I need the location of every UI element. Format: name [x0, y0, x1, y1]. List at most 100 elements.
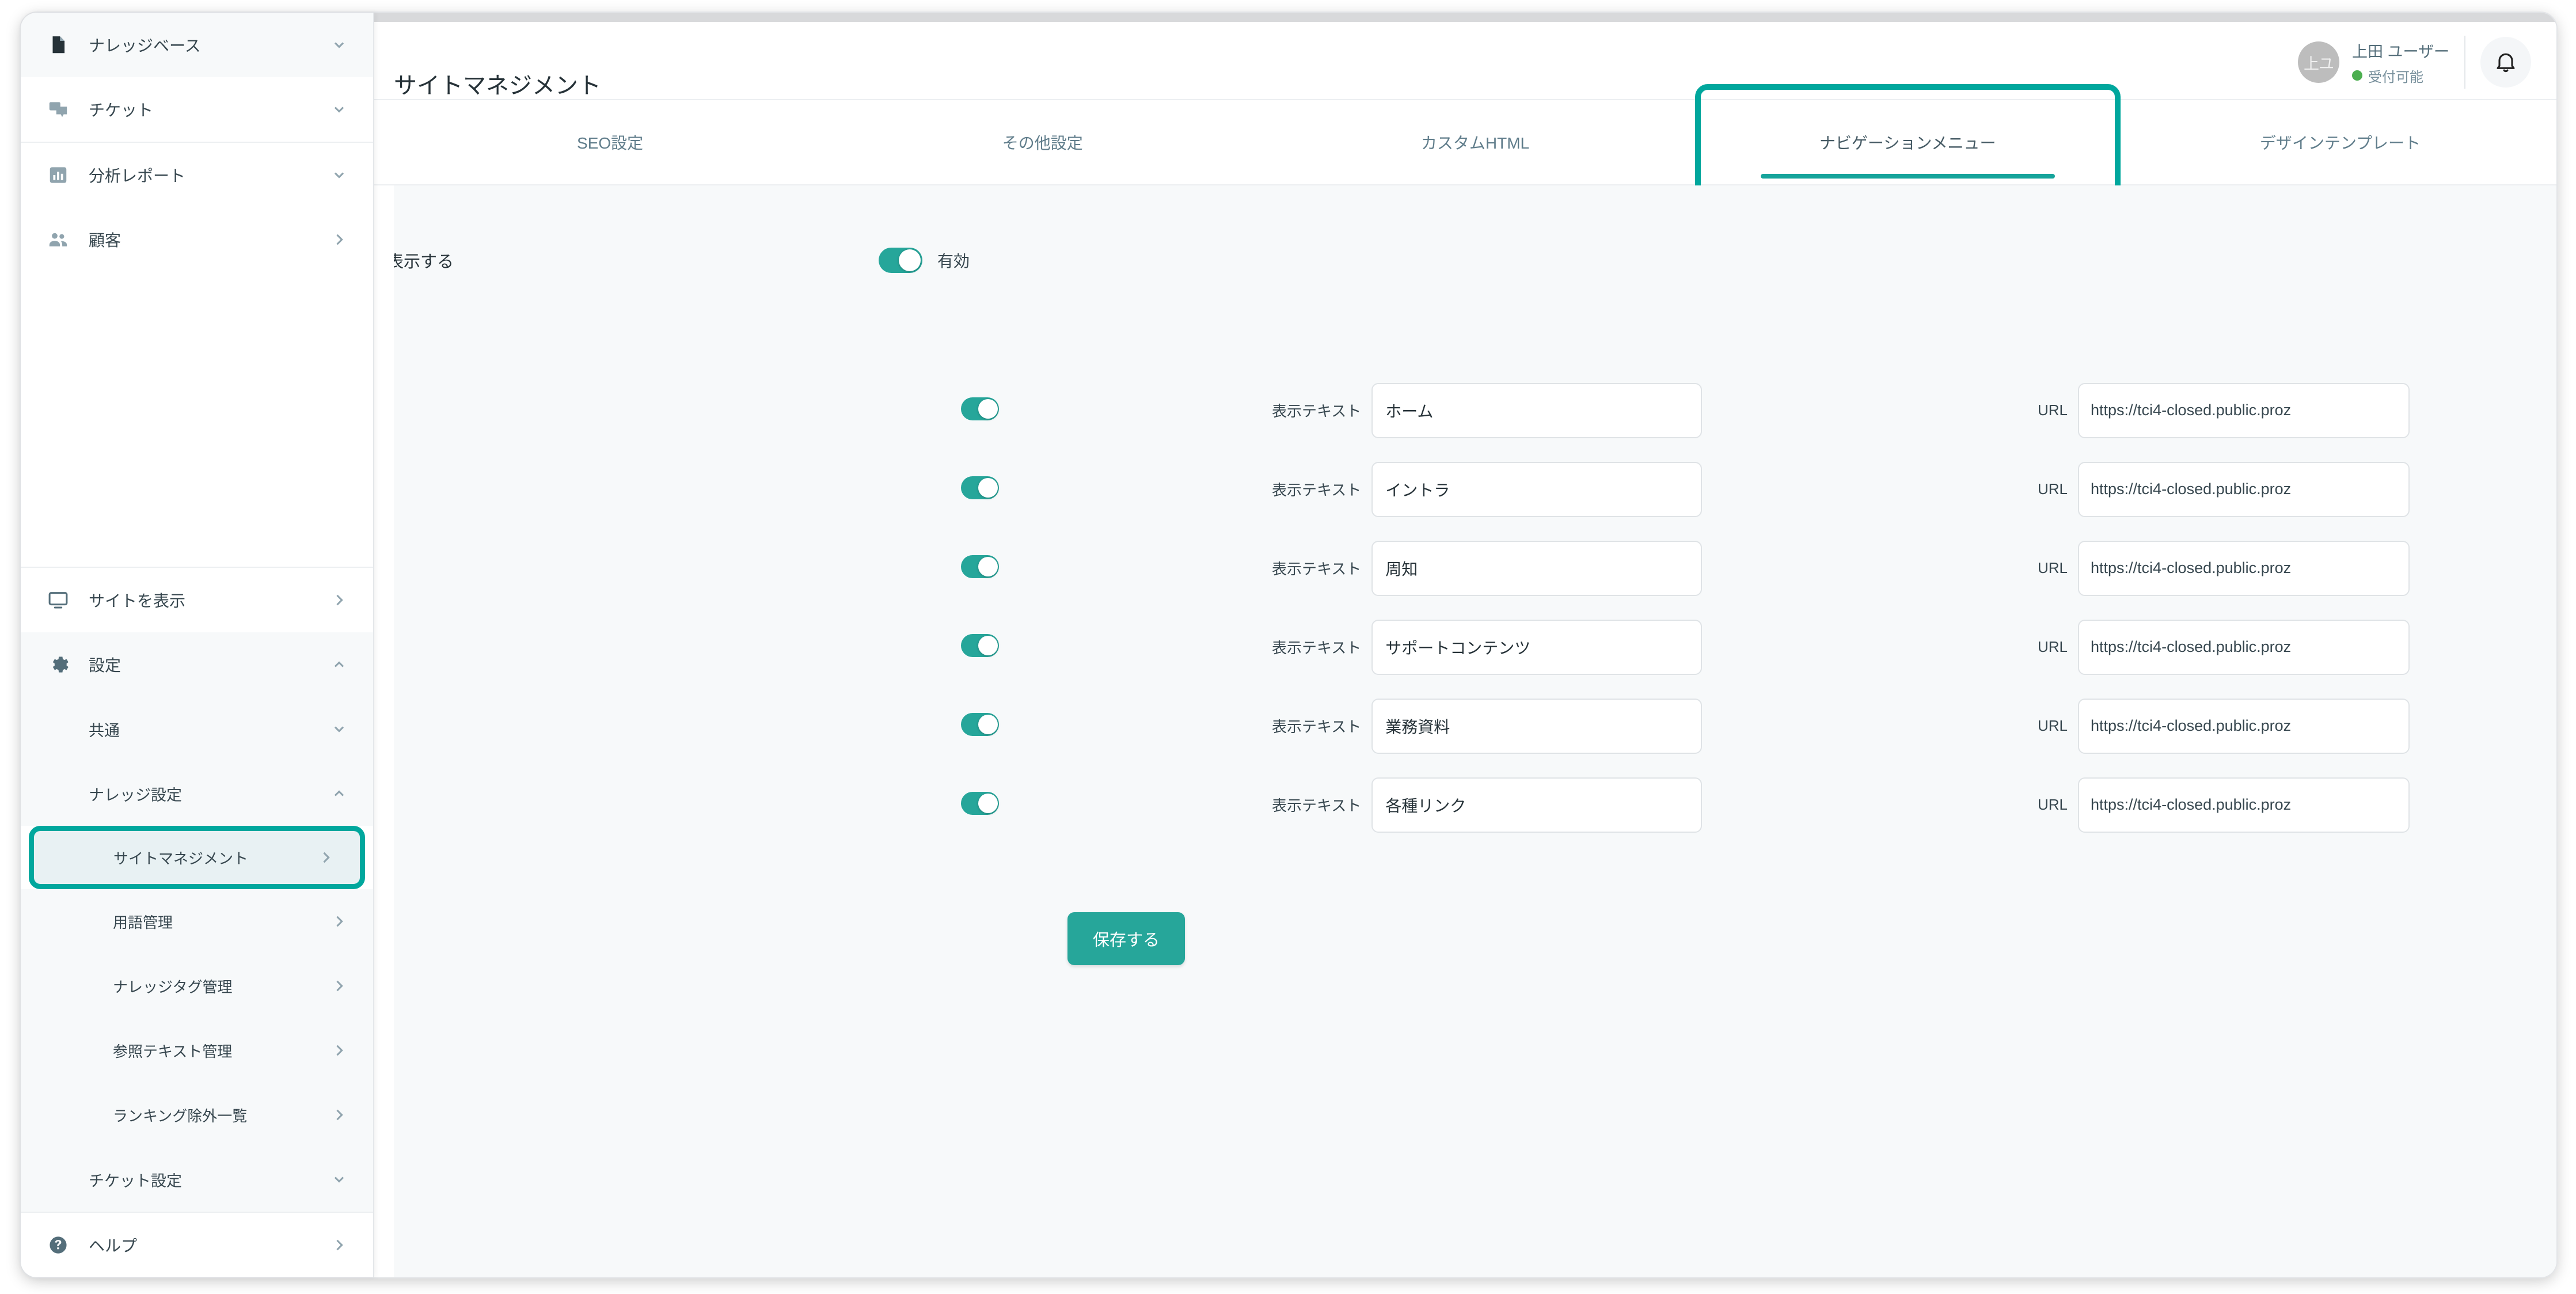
- url-input[interactable]: [2078, 540, 2410, 596]
- sidebar-item-label: チケット: [89, 101, 154, 119]
- sidebar-item-label: 設定: [89, 657, 121, 674]
- url-label: URL: [2038, 717, 2068, 734]
- avatar: 上ユ: [2298, 41, 2340, 83]
- bell-icon: [2493, 49, 2518, 76]
- sidebar-item-label: サイトマネジメント: [113, 849, 249, 867]
- row-toggle-cell: [961, 634, 999, 660]
- chevron-up-icon: [330, 656, 348, 673]
- user-status-label: 受付可能: [2368, 69, 2424, 85]
- people-icon: [47, 229, 76, 251]
- row-url-cell: URL: [2038, 382, 2410, 438]
- display-text-input[interactable]: [1371, 619, 1703, 675]
- screenshot-viewport: サイトマネジメント 上ユ 上田 ユーザー 受付可能 SEO設定 その他設定 カス…: [0, 0, 2576, 1294]
- menu-item-enable-toggle[interactable]: [961, 555, 999, 578]
- tab-custom-html[interactable]: カスタムHTML: [1259, 100, 1691, 184]
- menu-item-enable-toggle[interactable]: [961, 713, 999, 736]
- sidebar-item-ranking-exclusion-list[interactable]: ランキング除外一覧: [21, 1083, 373, 1147]
- url-input[interactable]: [2078, 619, 2410, 675]
- sidebar-item-settings[interactable]: 設定: [21, 632, 373, 697]
- chevron-right-icon: [330, 1106, 348, 1124]
- sidebar-item-glossary-management[interactable]: 用語管理: [21, 889, 373, 954]
- display-text-label: 表示テキスト: [1272, 797, 1362, 814]
- sidebar-item-label: チケット設定: [89, 1172, 182, 1190]
- toggle-knob: [978, 636, 998, 655]
- help-circle-icon: [47, 1234, 76, 1256]
- toggle-knob: [978, 794, 998, 813]
- sidebar-item-knowledge-settings[interactable]: ナレッジ設定: [21, 761, 373, 826]
- show-navigation-toggle[interactable]: [879, 248, 922, 273]
- toggle-knob: [978, 715, 998, 734]
- url-input[interactable]: [2078, 382, 2410, 438]
- url-label: URL: [2038, 638, 2068, 655]
- sidebar-item-knowledge-base[interactable]: ナレッジベース: [21, 13, 373, 77]
- chat-bubbles-icon: [47, 98, 76, 120]
- display-text-input[interactable]: [1371, 540, 1703, 596]
- sidebar-item-view-site[interactable]: サイトを表示: [21, 568, 373, 632]
- page-title: サイトマネジメント: [394, 73, 601, 98]
- sidebar-item-label: サイトを表示: [89, 592, 186, 610]
- sidebar-item-reference-text-management[interactable]: 参照テキスト管理: [21, 1018, 373, 1083]
- toggle-knob: [978, 478, 998, 498]
- tab-navigation-menu[interactable]: ナビゲーションメニュー: [1692, 84, 2124, 199]
- url-label: URL: [2038, 401, 2068, 419]
- sidebar-item-knowledge-tag-management[interactable]: ナレッジタグ管理: [21, 954, 373, 1018]
- row-text-cell: 表示テキスト: [1272, 777, 1703, 833]
- menu-item-row: 表示テキスト URL アイコン: [394, 450, 2556, 529]
- row-text-cell: 表示テキスト: [1272, 461, 1703, 517]
- row-text-cell: 表示テキスト: [1272, 382, 1703, 438]
- url-input[interactable]: [2078, 461, 2410, 517]
- menu-item-enable-toggle[interactable]: [961, 397, 999, 420]
- row-url-cell: URL: [2038, 698, 2410, 754]
- row-text-cell: 表示テキスト: [1272, 540, 1703, 596]
- toggle-knob: [978, 399, 998, 419]
- url-label: URL: [2038, 796, 2068, 813]
- sidebar-item-common[interactable]: 共通: [21, 697, 373, 761]
- status-dot-icon: [2352, 70, 2363, 81]
- sidebar-item-ticket[interactable]: チケット: [21, 77, 373, 142]
- row-text-cell: 表示テキスト: [1272, 619, 1703, 675]
- sidebar-item-label: ヘルプ: [89, 1237, 138, 1255]
- chevron-down-icon: [330, 1171, 348, 1188]
- user-menu[interactable]: 上ユ 上田 ユーザー 受付可能: [2298, 36, 2465, 89]
- sidebar-item-label: ナレッジベース: [89, 37, 201, 55]
- user-status: 受付可能: [2352, 66, 2449, 86]
- save-button[interactable]: 保存する: [1067, 912, 1185, 965]
- url-label: URL: [2038, 480, 2068, 498]
- row-url-cell: URL: [2038, 540, 2410, 596]
- display-text-input[interactable]: [1371, 382, 1703, 438]
- tab-seo-settings[interactable]: SEO設定: [394, 100, 826, 184]
- tab-other-settings[interactable]: その他設定: [826, 100, 1259, 184]
- menu-item-enable-toggle[interactable]: [961, 476, 999, 499]
- bar-chart-icon: [47, 164, 76, 186]
- sidebar-item-label: 分析レポート: [89, 167, 186, 185]
- menu-item-row: 表示テキスト URL アイコン: [394, 529, 2556, 608]
- main-content: ーを表示する 有効 表示テキスト: [394, 185, 2556, 1277]
- notifications-button[interactable]: [2480, 37, 2531, 88]
- display-text-input[interactable]: [1371, 461, 1703, 517]
- sidebar-item-ticket-settings[interactable]: チケット設定: [21, 1147, 373, 1212]
- menu-item-enable-toggle[interactable]: [961, 792, 999, 815]
- sidebar-item-label: ナレッジ設定: [89, 786, 182, 804]
- sidebar-item-help[interactable]: ヘルプ: [21, 1213, 373, 1277]
- document-file-icon: [47, 34, 76, 56]
- tab-design-template[interactable]: デザインテンプレート: [2124, 100, 2556, 184]
- row-toggle-cell: [961, 476, 999, 502]
- row-text-cell: 表示テキスト: [1272, 698, 1703, 754]
- url-input[interactable]: [2078, 777, 2410, 833]
- row-toggle-cell: [961, 713, 999, 739]
- display-text-label: 表示テキスト: [1272, 639, 1362, 657]
- url-input[interactable]: [2078, 698, 2410, 754]
- row-url-cell: URL: [2038, 461, 2410, 517]
- window-top-strip: [21, 13, 2556, 22]
- display-text-input[interactable]: [1371, 777, 1703, 833]
- tab-list: SEO設定 その他設定 カスタムHTML ナビゲーションメニュー デザインテンプ…: [394, 84, 2556, 199]
- row-url-cell: URL: [2038, 619, 2410, 675]
- sidebar-item-site-management[interactable]: サイトマネジメント: [29, 826, 365, 889]
- sidebar-item-analytics-report[interactable]: 分析レポート: [21, 143, 373, 207]
- menu-item-enable-toggle[interactable]: [961, 634, 999, 657]
- sidebar-item-customer[interactable]: 顧客: [21, 207, 373, 272]
- sidebar-item-label: 用語管理: [113, 913, 173, 931]
- display-text-input[interactable]: [1371, 698, 1703, 754]
- show-navigation-label: ーを表示する: [394, 253, 454, 271]
- navigation-menu-rows: 表示テキスト URL アイコン: [394, 371, 2556, 844]
